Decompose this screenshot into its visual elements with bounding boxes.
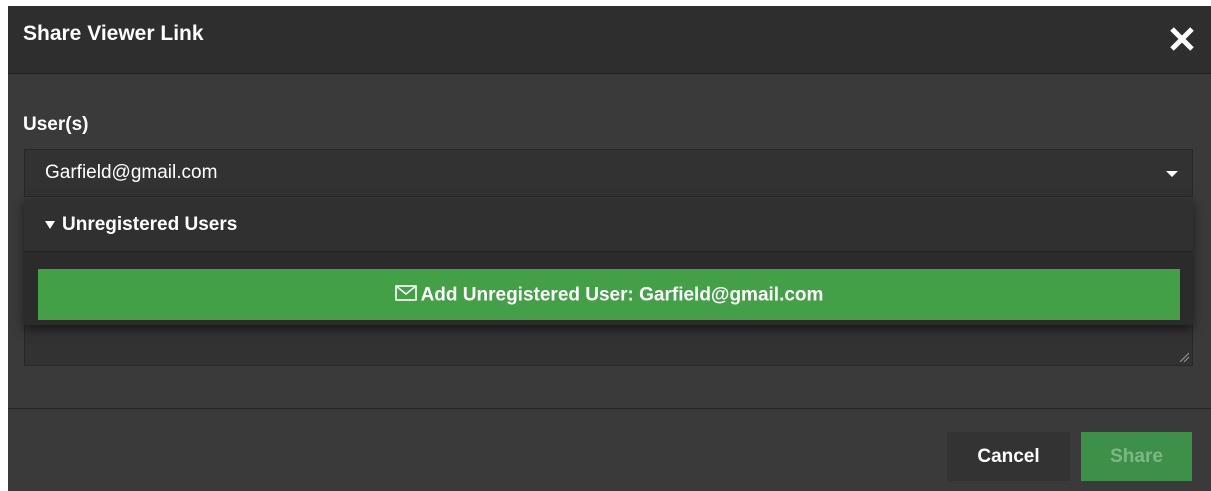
mail-icon [394,284,417,301]
close-icon[interactable] [1167,24,1197,54]
users-select-value: Garfield@gmail.com [45,162,218,183]
cancel-button[interactable]: Cancel [947,432,1070,481]
unregistered-users-group[interactable]: Unregistered Users [24,199,1193,252]
dialog-header: Share Viewer Link [8,6,1211,74]
dialog-title: Share Viewer Link [23,22,204,45]
add-unregistered-user-option[interactable]: Add Unregistered User: Garfield@gmail.co… [38,269,1180,320]
resize-grip-icon[interactable] [1179,352,1189,362]
caret-down-icon [1166,171,1178,177]
users-select[interactable]: Garfield@gmail.com [24,149,1193,197]
group-label: Unregistered Users [62,214,238,235]
triangle-down-icon [45,221,55,229]
users-dropdown-menu: Unregistered Users Add Unregistered User… [24,199,1193,325]
users-label: User(s) [23,114,89,135]
add-user-label: Add Unregistered User: Garfield@gmail.co… [420,284,824,306]
dialog-footer: Cancel Share [8,408,1211,491]
share-button[interactable]: Share [1081,432,1192,481]
share-viewer-link-dialog: Share Viewer Link User(s) Garfield@gmail… [8,6,1211,491]
